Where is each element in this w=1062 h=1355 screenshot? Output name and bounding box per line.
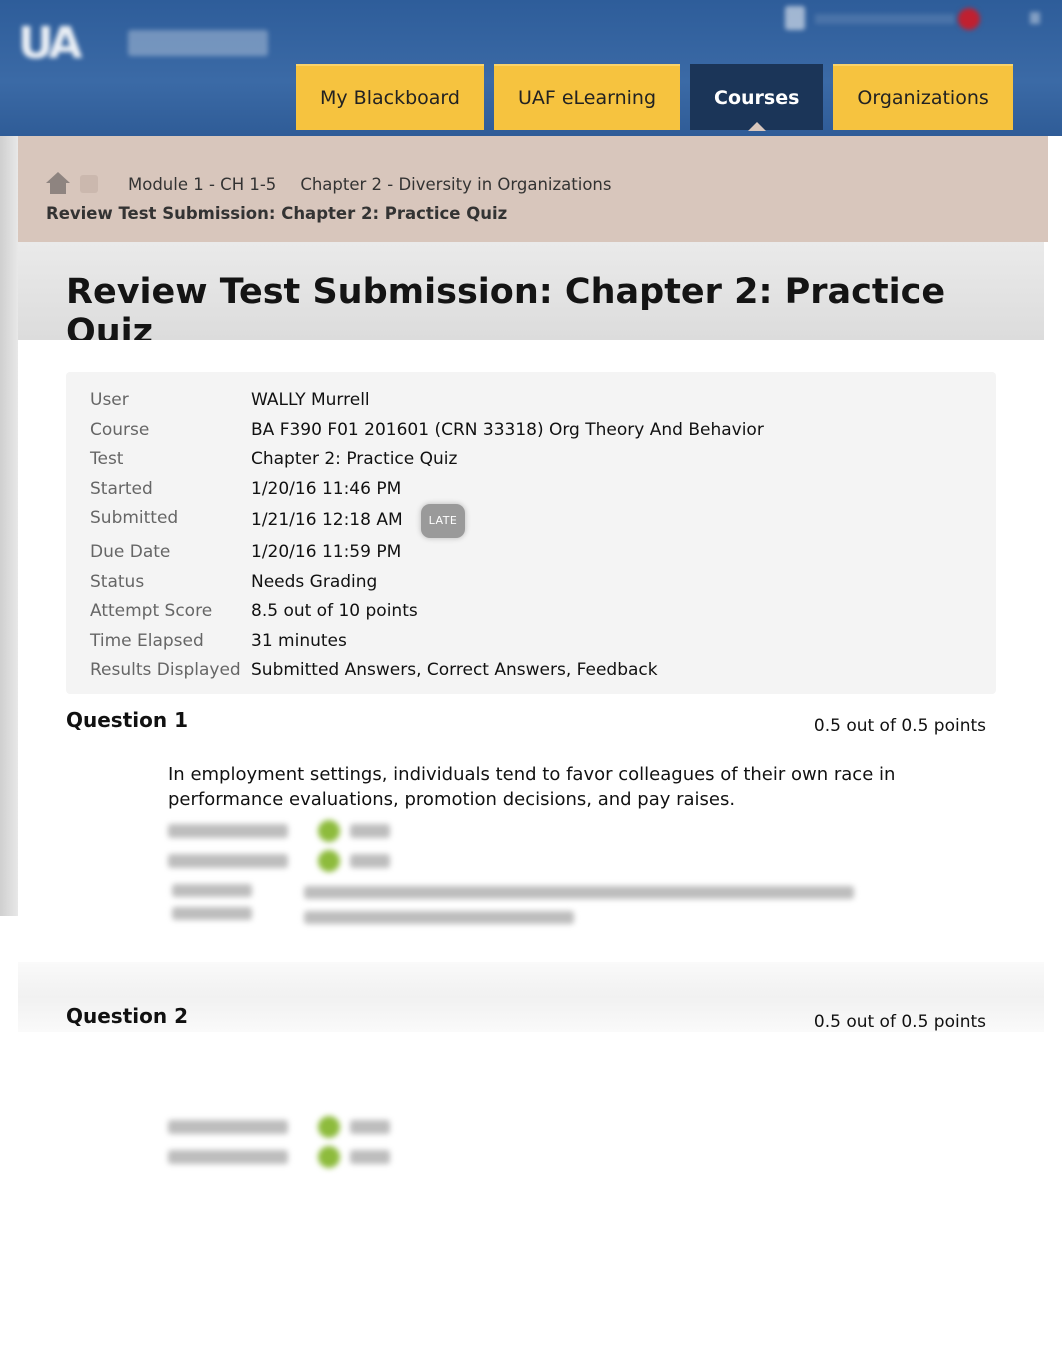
detail-row-submitted: Submitted 1/21/16 12:18 AM LATE — [90, 504, 764, 538]
detail-value: 8.5 out of 10 points — [251, 601, 418, 622]
detail-label: Course — [90, 419, 150, 440]
correct-check-icon — [318, 820, 340, 842]
detail-value: WALLY Murrell — [251, 390, 370, 410]
detail-value: 1/20/16 11:59 PM — [251, 541, 402, 562]
detail-label: Due Date — [90, 541, 171, 562]
breadcrumb: Module 1 - CH 1-5 Chapter 2 - Diversity … — [18, 136, 1048, 242]
correct-answer-label — [168, 1150, 288, 1164]
detail-value: 31 minutes — [251, 630, 347, 651]
detail-value: Submitted Answers, Correct Answers, Feed… — [251, 660, 658, 681]
correct-answer-label — [168, 854, 288, 868]
submission-details: User WALLY Murrell Course BA F390 F01 20… — [66, 372, 996, 694]
breadcrumb-module[interactable]: Module 1 - CH 1-5 — [128, 175, 276, 194]
response-feedback-label — [172, 884, 252, 930]
logo-mark: UA — [18, 18, 82, 69]
detail-label: Results Displayed — [90, 660, 241, 681]
detail-row-attempt-score: Attempt Score 8.5 out of 10 points — [90, 597, 764, 627]
detail-label: Started — [90, 478, 153, 499]
correct-answer-value — [350, 1150, 390, 1164]
detail-label: Time Elapsed — [90, 630, 204, 651]
site-header: UA My Blackboard UAF eLearning Courses O… — [0, 0, 1062, 136]
correct-answer-row — [168, 1146, 390, 1168]
correct-check-icon — [318, 1116, 340, 1138]
question-1-title: Question 1 — [66, 708, 188, 732]
detail-value: 1/20/16 11:46 PM — [251, 478, 402, 499]
selected-answer-value — [350, 824, 390, 838]
response-feedback-text — [304, 886, 854, 936]
tab-uaf-elearning[interactable]: UAF eLearning — [493, 64, 680, 130]
question-2-points: 0.5 out of 0.5 points — [813, 1012, 986, 1032]
detail-row-status: Status Needs Grading — [90, 568, 764, 598]
detail-label: User — [90, 390, 129, 410]
correct-check-icon — [318, 1146, 340, 1168]
title-band: Review Test Submission: Chapter 2: Pract… — [18, 242, 1044, 352]
late-badge: LATE — [420, 504, 466, 538]
notification-badge-icon[interactable] — [958, 8, 980, 30]
logout-icon[interactable] — [1030, 12, 1040, 24]
detail-row-results-displayed: Results Displayed Submitted Answers, Cor… — [90, 656, 764, 686]
user-name-area[interactable] — [815, 14, 955, 24]
main-tabs: My Blackboard UAF eLearning Courses Orga… — [296, 64, 1013, 131]
detail-value: 1/21/16 12:18 AM LATE — [251, 504, 466, 538]
selected-answer-label — [168, 824, 288, 838]
detail-row-time-elapsed: Time Elapsed 31 minutes — [90, 627, 764, 657]
tab-organizations[interactable]: Organizations — [833, 64, 1013, 130]
selected-answer-label — [168, 1120, 288, 1134]
question-2-title: Question 2 — [66, 1004, 188, 1028]
user-menu-icon[interactable] — [785, 6, 805, 30]
tab-courses[interactable]: Courses — [690, 64, 824, 131]
selected-answer-row — [168, 1116, 390, 1138]
breadcrumb-current: Review Test Submission: Chapter 2: Pract… — [46, 204, 508, 223]
detail-row-started: Started 1/20/16 11:46 PM — [90, 475, 764, 505]
selected-answer-value — [350, 1120, 390, 1134]
detail-label: Test — [90, 449, 124, 470]
home-icon[interactable] — [46, 172, 70, 196]
tab-my-blackboard[interactable]: My Blackboard — [296, 64, 484, 130]
detail-label: Status — [90, 571, 145, 592]
submitted-time: 1/21/16 12:18 AM — [251, 510, 403, 531]
detail-value: Chapter 2: Practice Quiz — [251, 449, 458, 470]
question-1-text: In employment settings, individuals tend… — [168, 764, 896, 810]
detail-row-course: Course BA F390 F01 201601 (CRN 33318) Or… — [90, 416, 764, 446]
correct-answer-row — [168, 850, 390, 872]
logo-wordmark — [128, 30, 268, 56]
question-1-points: 0.5 out of 0.5 points — [813, 716, 986, 736]
detail-value: Needs Grading — [251, 571, 378, 592]
university-logo[interactable]: UA — [18, 12, 268, 69]
detail-row-user: User WALLY Murrell — [90, 386, 764, 416]
breadcrumb-chapter[interactable]: Chapter 2 - Diversity in Organizations — [300, 175, 611, 194]
left-edge — [0, 136, 18, 916]
selected-answer-row — [168, 820, 390, 842]
detail-label: Submitted — [90, 508, 179, 529]
detail-label: Attempt Score — [90, 601, 213, 622]
detail-value: BA F390 F01 201601 (CRN 33318) Org Theor… — [251, 419, 764, 440]
course-menu-icon[interactable] — [80, 175, 98, 193]
correct-check-icon — [318, 850, 340, 872]
detail-row-due-date: Due Date 1/20/16 11:59 PM — [90, 538, 764, 568]
correct-answer-value — [350, 854, 390, 868]
detail-row-test: Test Chapter 2: Practice Quiz — [90, 445, 764, 475]
